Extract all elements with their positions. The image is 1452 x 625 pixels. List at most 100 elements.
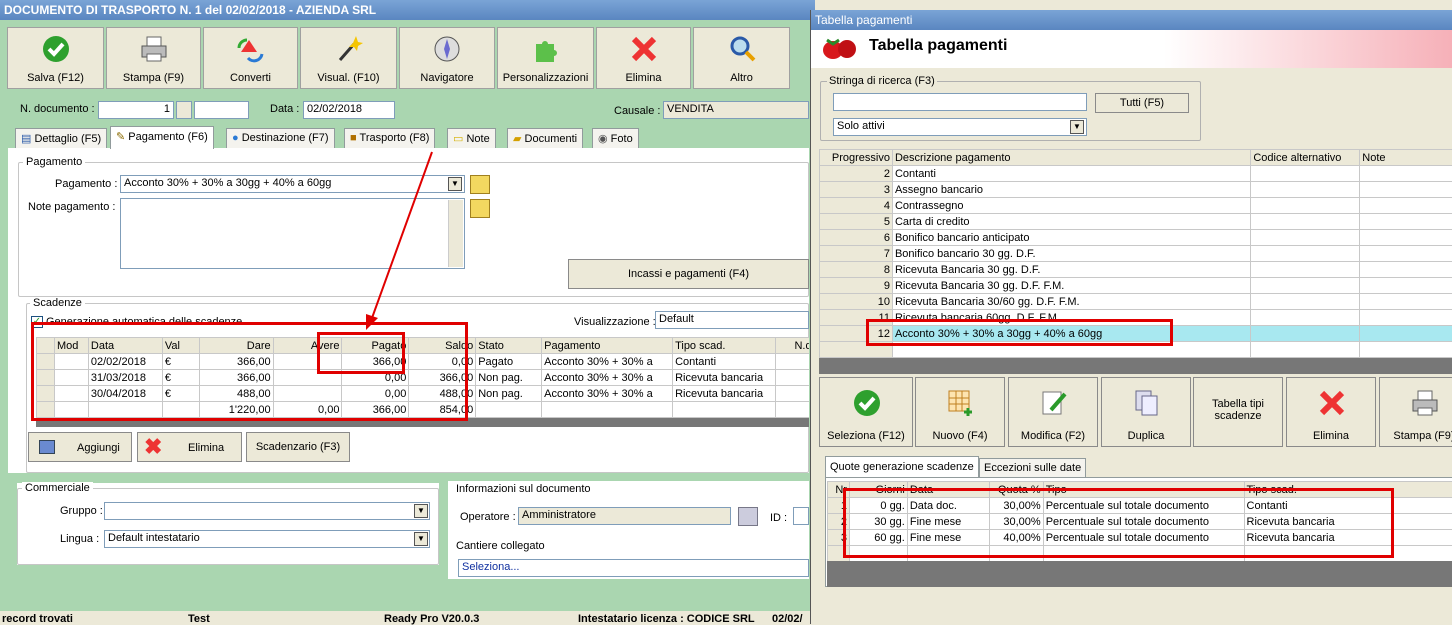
filter-select[interactable]: Solo attivi: [833, 118, 1087, 136]
tab-pagamento[interactable]: ✎ Pagamento (F6): [110, 126, 214, 149]
column-header[interactable]: Codice alternativo: [1251, 150, 1360, 166]
list-item[interactable]: 3Assegno bancario: [820, 182, 1452, 198]
table-row[interactable]: 360 gg.Fine mese40,00%Percentuale sul to…: [828, 530, 1452, 546]
folder-icon[interactable]: [470, 199, 490, 218]
column-header[interactable]: Quota %: [989, 482, 1043, 498]
navigator-button[interactable]: Navigatore: [399, 27, 495, 89]
tutti-button[interactable]: Tutti (F5): [1095, 93, 1189, 113]
aggiungi-button[interactable]: Aggiungi: [28, 432, 132, 462]
grid-cell: Percentuale sul totale documento: [1043, 498, 1244, 514]
strawberry-icon: [819, 34, 859, 62]
convert-button[interactable]: Converti: [203, 27, 298, 89]
chevron-down-icon[interactable]: ▼: [1070, 120, 1084, 134]
column-header[interactable]: Tipo scad.: [673, 338, 776, 354]
lookup-icon[interactable]: [738, 507, 758, 526]
column-header[interactable]: Nr: [828, 482, 850, 498]
tabella-tipi-button[interactable]: Tabella tipi scadenze: [1193, 377, 1283, 447]
seleziona-button[interactable]: Seleziona (F12): [819, 377, 913, 447]
pay-window-title: Tabella pagamenti: [811, 10, 1452, 30]
list-item[interactable]: 10Ricevuta Bancaria 30/60 gg. D.F. F.M.: [820, 294, 1452, 310]
cantiere-select[interactable]: Seleziona...: [458, 559, 809, 577]
elimina-scadenza-button[interactable]: ✖Elimina: [137, 432, 242, 462]
ndoc-input[interactable]: 1: [98, 101, 174, 119]
column-header[interactable]: Tipo: [1043, 482, 1244, 498]
incassi-button[interactable]: Incassi e pagamenti (F4): [568, 259, 809, 289]
column-header[interactable]: Data: [88, 338, 162, 354]
search-input[interactable]: [833, 93, 1087, 111]
date-input[interactable]: 02/02/2018: [303, 101, 395, 119]
column-header[interactable]: Pagamento: [542, 338, 673, 354]
stampa-pay-button[interactable]: Stampa (F9): [1379, 377, 1452, 447]
visualizzazione-select[interactable]: Default: [655, 311, 809, 329]
tab-destinazione[interactable]: ● Destinazione (F7): [226, 128, 335, 148]
column-header[interactable]: Tipo scad.: [1244, 482, 1452, 498]
column-header[interactable]: Val: [162, 338, 199, 354]
print-button[interactable]: Stampa (F9): [106, 27, 201, 89]
table-row[interactable]: 10 gg.Data doc.30,00%Percentuale sul tot…: [828, 498, 1452, 514]
scadenzario-button[interactable]: Scadenzario (F3): [246, 432, 350, 462]
more-button[interactable]: Altro: [693, 27, 790, 89]
list-item[interactable]: 5Carta di credito: [820, 214, 1452, 230]
list-item[interactable]: 6Bonifico bancario anticipato: [820, 230, 1452, 246]
list-item[interactable]: 2Contanti: [820, 166, 1452, 182]
tab-note[interactable]: ▭ Note: [447, 128, 496, 148]
folder-icon[interactable]: [470, 175, 490, 194]
column-header[interactable]: Saldo: [409, 338, 476, 354]
column-header[interactable]: Dare: [199, 338, 273, 354]
list-item[interactable]: 9Ricevuta Bancaria 30 gg. D.F. F.M.: [820, 278, 1452, 294]
column-header[interactable]: Note: [1360, 150, 1452, 166]
ndoc-spin[interactable]: [176, 101, 192, 119]
list-item[interactable]: 7Bonifico bancario 30 gg. D.F.: [820, 246, 1452, 262]
view-button[interactable]: Visual. (F10): [300, 27, 397, 89]
column-header[interactable]: Data: [907, 482, 989, 498]
column-header[interactable]: Giorni: [849, 482, 907, 498]
tab-foto[interactable]: ◉ Foto: [592, 128, 639, 148]
grid-footer-bar: [827, 561, 1452, 587]
elimina-pay-button[interactable]: Elimina: [1286, 377, 1376, 447]
grid-cell: Non pag.: [476, 386, 542, 402]
causale-field[interactable]: VENDITA: [663, 101, 809, 119]
lingua-select[interactable]: Default intestatario: [104, 530, 430, 548]
column-header[interactable]: N.quota: [776, 338, 809, 354]
scrollbar[interactable]: [448, 200, 463, 267]
list-item[interactable]: 4Contrassegno: [820, 198, 1452, 214]
column-header[interactable]: Descrizione pagamento: [892, 150, 1250, 166]
chevron-down-icon[interactable]: ▼: [414, 532, 428, 546]
auto-scadenze-checkbox[interactable]: ✓: [31, 316, 43, 328]
chevron-down-icon[interactable]: ▼: [448, 177, 462, 191]
column-header[interactable]: Stato: [476, 338, 542, 354]
tab-dettaglio[interactable]: ▤ Dettaglio (F5): [15, 128, 107, 148]
list-item[interactable]: 12Acconto 30% + 30% a 30gg + 40% a 60gg: [820, 326, 1452, 342]
table-row[interactable]: 30/04/2018€488,000,00488,00Non pag.Accon…: [37, 386, 810, 402]
note-pagamento-textarea[interactable]: [120, 198, 465, 269]
grid-cell: [542, 402, 673, 418]
modifica-button[interactable]: Modifica (F2): [1008, 377, 1098, 447]
tab-documenti[interactable]: ▰ Documenti: [507, 128, 583, 148]
table-row[interactable]: 31/03/2018€366,000,00366,00Non pag.Accon…: [37, 370, 810, 386]
column-header[interactable]: Progressivo: [820, 150, 893, 166]
column-header[interactable]: Avere: [273, 338, 342, 354]
chevron-down-icon[interactable]: ▼: [414, 504, 428, 518]
column-header[interactable]: Pagato: [342, 338, 409, 354]
gruppo-select[interactable]: [104, 502, 430, 520]
tab-quote[interactable]: Quote generazione scadenze: [825, 456, 979, 477]
tab-eccezioni[interactable]: Eccezioni sulle date: [979, 458, 1086, 477]
list-item[interactable]: 8Ricevuta Bancaria 30 gg. D.F.: [820, 262, 1452, 278]
table-row[interactable]: 02/02/2018€366,00366,000,00PagatoAcconto…: [37, 354, 810, 370]
table-row[interactable]: 1'220,000,00366,00854,00: [37, 402, 810, 418]
grid-cell: 854,00: [409, 402, 476, 418]
grid-cell: Ricevuta bancaria: [1244, 514, 1452, 530]
ndoc-suffix-select[interactable]: [194, 101, 249, 119]
table-row[interactable]: 230 gg.Fine mese30,00%Percentuale sul to…: [828, 514, 1452, 530]
nuovo-button[interactable]: Nuovo (F4): [915, 377, 1005, 447]
duplica-button[interactable]: Duplica: [1101, 377, 1191, 447]
column-header[interactable]: Mod: [54, 338, 88, 354]
grid-cell: [1251, 326, 1360, 342]
customize-button[interactable]: Personalizzazioni: [497, 27, 594, 89]
grid-cell: 0,00: [409, 354, 476, 370]
list-item[interactable]: 11Ricevuta bancaria 60gg. D.F. F.M.: [820, 310, 1452, 326]
save-button[interactable]: Salva (F12): [7, 27, 104, 89]
delete-button[interactable]: Elimina: [596, 27, 691, 89]
tab-trasporto[interactable]: ■ Trasporto (F8): [344, 128, 435, 148]
pagamento-select[interactable]: Acconto 30% + 30% a 30gg + 40% a 60gg: [120, 175, 465, 193]
